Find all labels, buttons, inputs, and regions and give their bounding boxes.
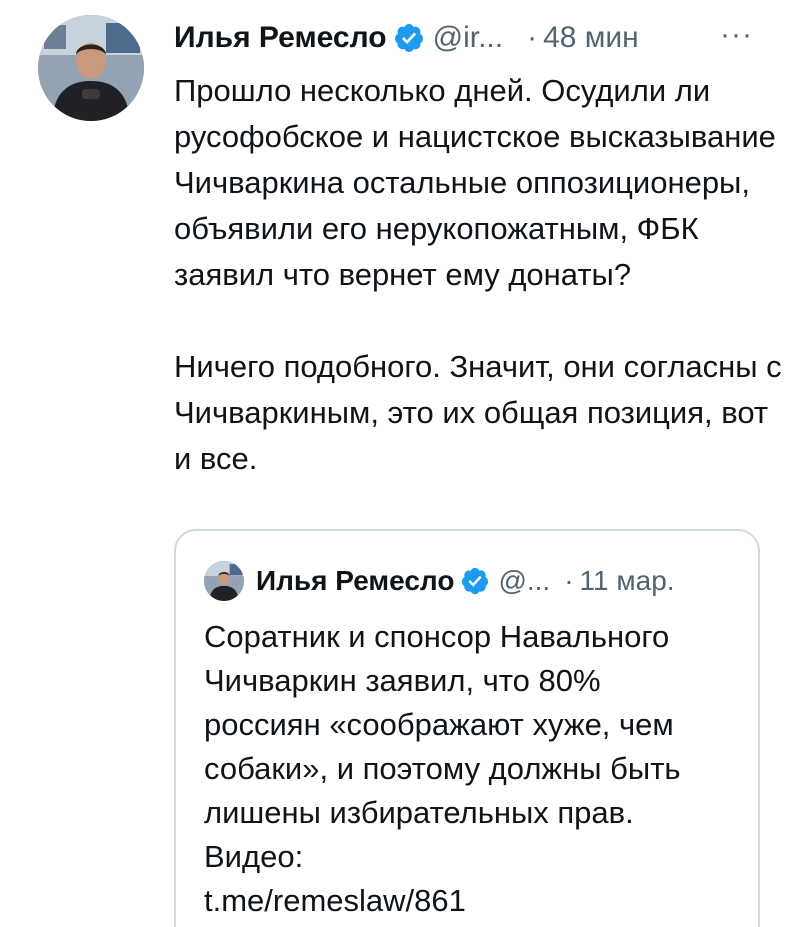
tweet-text: Прошло несколько дней. Осудили ли русофо… xyxy=(174,68,784,482)
tweet[interactable]: Илья Ремесло @ir... · 48 мин ··· Прошло … xyxy=(0,0,800,927)
quoted-text-line: лишены избирательных прав. xyxy=(204,795,634,830)
quoted-author-handle: @... xyxy=(498,565,551,596)
author-avatar[interactable] xyxy=(38,15,144,121)
author-handle[interactable]: @ir... xyxy=(433,21,503,55)
tweet-header: Илья Ремесло @ir... · 48 мин xyxy=(174,18,639,58)
author-name[interactable]: Илья Ремесло xyxy=(174,21,387,55)
quoted-text-line: Соратник и спонсор Навального xyxy=(204,619,670,654)
quoted-author-name: Илья Ремесло xyxy=(256,565,455,596)
quoted-tweet-timestamp: 11 мар. xyxy=(579,565,675,596)
tweet-paragraph: Прошло несколько дней. Осудили ли русофо… xyxy=(174,73,776,292)
tweet-paragraph: Ничего подобного. Значит, они согласны с… xyxy=(174,349,782,476)
verified-badge-icon xyxy=(393,22,425,54)
quoted-avatar-photo xyxy=(204,561,244,601)
quoted-author-avatar xyxy=(204,561,244,601)
quoted-text-line: россиян «соображают хуже, чем xyxy=(204,707,674,742)
quoted-text-line: Видео: xyxy=(204,839,304,874)
tweet-timestamp[interactable]: 48 мин xyxy=(543,21,639,55)
quoted-tweet-header: Илья Ремесло @... · 11 мар. xyxy=(204,561,675,601)
separator-dot: · xyxy=(527,21,538,54)
avatar-photo xyxy=(38,15,144,121)
verified-badge-icon xyxy=(460,566,490,596)
separator-dot: · xyxy=(564,565,574,596)
quoted-link[interactable]: t.me/remeslaw/861 xyxy=(204,879,744,923)
quoted-tweet-text: Соратник и спонсор Навального Чичваркин … xyxy=(204,615,744,923)
more-dots-icon[interactable]: ··· xyxy=(720,20,753,50)
quoted-text-line: собаки», и поэтому должны быть xyxy=(204,751,681,786)
quoted-tweet[interactable]: Илья Ремесло @... · 11 мар. Соратник и с… xyxy=(174,529,760,927)
quoted-text-line: Чичваркин заявил, что 80% xyxy=(204,663,601,698)
